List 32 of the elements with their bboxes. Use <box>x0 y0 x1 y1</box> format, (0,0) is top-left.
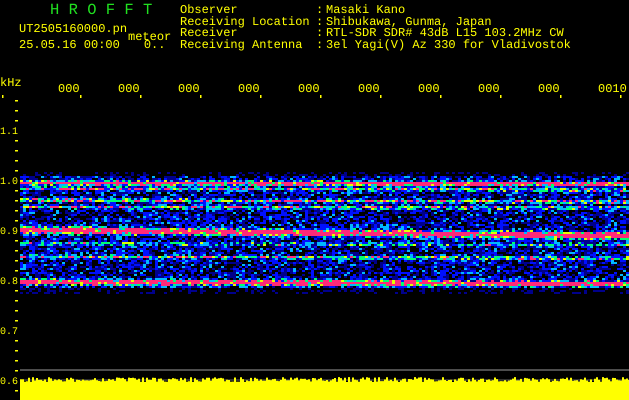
freq-label: 0.7 <box>0 327 18 338</box>
file-name: UT2505160000.pn <box>19 22 128 36</box>
freq-label: 0.9 <box>0 227 18 238</box>
time-label: 000 <box>358 82 380 96</box>
time-label: 000 <box>478 82 500 96</box>
info-colon: : <box>316 40 324 51</box>
time-label: 000 <box>238 82 260 96</box>
date-time: 25.05.16 00:00 <box>19 38 120 52</box>
info-value: 3el Yagi(V) Az 330 for Vladivostok <box>326 38 571 52</box>
info-value: Masaki Kano <box>326 3 406 17</box>
freq-label: 1.0 <box>0 177 18 188</box>
freq-label: 1.1 <box>0 127 18 138</box>
time-label: 000 <box>118 82 140 96</box>
info-label: Receiver <box>180 28 238 40</box>
time-label: 000 <box>298 82 320 96</box>
time-label: 000 <box>178 82 200 96</box>
info-colon: : <box>316 16 324 28</box>
freq-label: 0.8 <box>0 277 18 288</box>
info-label: Observer <box>180 5 238 16</box>
info-colon: : <box>316 5 324 16</box>
app-title: H R O F F T <box>50 0 154 19</box>
info-value: Shibukawa, Gunma, Japan <box>326 14 492 28</box>
time-label: 000 <box>538 82 560 96</box>
time-label: 0010 <box>598 82 627 96</box>
unit-label: kHz <box>0 76 22 90</box>
info-value: RTL-SDR SDR# 43dB L15 103.2MHz CW <box>326 26 564 40</box>
info-label: Receiving Antenna <box>180 40 304 51</box>
freq-label: 0.6 <box>0 377 18 388</box>
info-label: Receiving Location <box>180 16 311 28</box>
time-label: 000 <box>58 82 80 96</box>
info-colon: : <box>316 28 324 40</box>
time-label: 000 <box>418 82 440 96</box>
